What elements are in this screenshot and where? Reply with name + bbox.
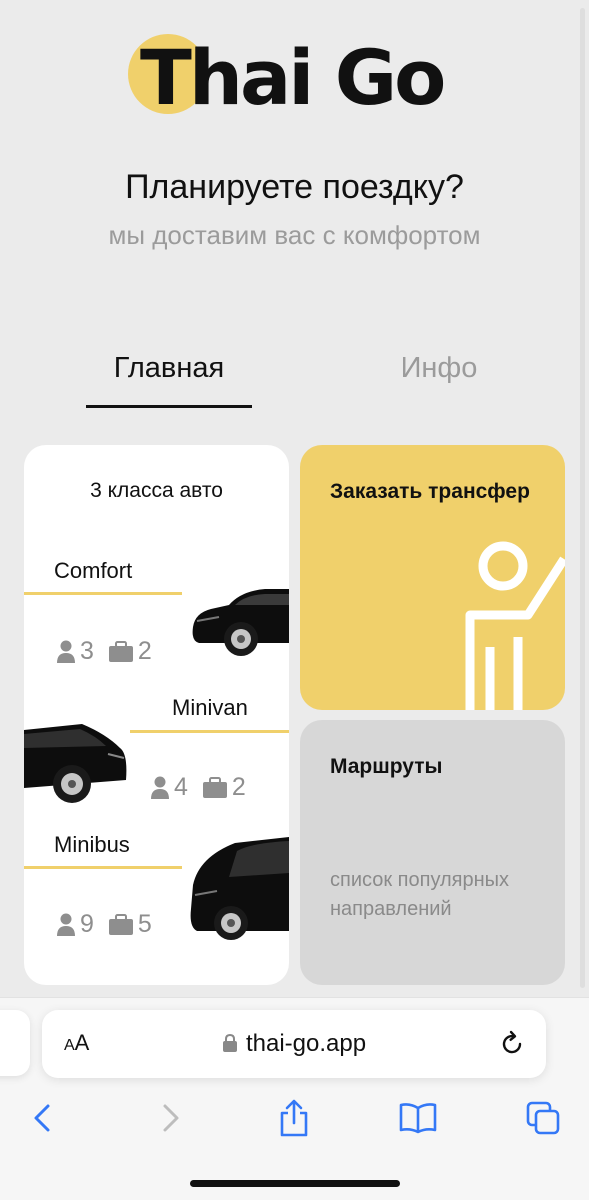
specs-comfort: 3 2 xyxy=(56,637,166,666)
passenger-count: 4 xyxy=(150,773,188,802)
routes-card[interactable]: Маршруты список популярных направлений xyxy=(300,720,565,985)
waving-person-icon xyxy=(465,541,565,710)
car-classes-title: 3 класса авто xyxy=(90,479,223,502)
logo: Thai Go xyxy=(0,28,589,128)
tab-info[interactable]: Инфо xyxy=(356,352,522,385)
bag-count: 2 xyxy=(108,637,152,666)
suv-car-icon xyxy=(24,724,127,803)
car-name-minibus: Minibus xyxy=(54,832,130,857)
hero-title: Планируете поездку? xyxy=(125,168,464,206)
passenger-count: 3 xyxy=(56,637,94,666)
sedan-car-icon xyxy=(192,589,289,656)
tabs-button[interactable] xyxy=(523,1098,563,1138)
page-scrollbar[interactable] xyxy=(580,8,585,988)
car-name-comfort: Comfort xyxy=(54,558,133,583)
car-classes-card[interactable]: 3 класса авто Comfort 3 2 Minivan 4 2 Mi… xyxy=(24,445,289,985)
suitcase-icon xyxy=(202,776,227,798)
order-transfer-title: Заказать трансфер xyxy=(330,480,530,503)
car-divider-minivan xyxy=(130,730,289,733)
forward-icon xyxy=(163,1104,179,1132)
forward-button[interactable] xyxy=(151,1098,191,1138)
car-name-minivan: Minivan xyxy=(172,695,248,720)
bag-count: 5 xyxy=(108,910,152,939)
back-icon xyxy=(34,1104,50,1132)
address-bar[interactable]: AA thai-go.app xyxy=(42,1010,546,1078)
person-icon xyxy=(151,776,169,799)
order-transfer-card[interactable]: Заказать трансфер xyxy=(300,445,565,710)
person-icon xyxy=(57,640,75,663)
logo-text: Thai Go xyxy=(140,33,446,122)
bag-count: 2 xyxy=(202,773,246,802)
previous-tab-preview[interactable] xyxy=(0,1010,30,1076)
lock-icon xyxy=(222,1033,237,1052)
suitcase-icon xyxy=(108,913,133,935)
home-indicator xyxy=(190,1180,400,1187)
specs-minibus: 9 5 xyxy=(56,910,166,939)
url-text: thai-go.app xyxy=(245,1030,367,1057)
suitcase-icon xyxy=(108,640,133,662)
routes-title: Маршруты xyxy=(330,755,443,778)
reload-icon[interactable] xyxy=(498,1030,526,1058)
car-divider-comfort xyxy=(24,592,182,595)
minibus-car-icon xyxy=(190,837,289,940)
bookmarks-button[interactable] xyxy=(398,1098,438,1138)
tab-home[interactable]: Главная xyxy=(86,352,252,385)
person-icon xyxy=(57,913,75,936)
share-button[interactable] xyxy=(274,1098,314,1138)
url-display[interactable]: thai-go.app xyxy=(42,1030,546,1058)
bookmarks-icon xyxy=(399,1103,437,1134)
specs-minivan: 4 2 xyxy=(150,773,260,802)
tabs-icon xyxy=(526,1101,560,1135)
hero-subtitle: мы доставим вас с комфортом xyxy=(108,220,481,250)
back-button[interactable] xyxy=(22,1098,62,1138)
routes-description: список популярных направлений xyxy=(330,869,510,920)
share-icon xyxy=(280,1099,308,1137)
car-divider-minibus xyxy=(24,866,182,869)
passenger-count: 9 xyxy=(56,910,94,939)
active-tab-indicator xyxy=(86,405,252,408)
